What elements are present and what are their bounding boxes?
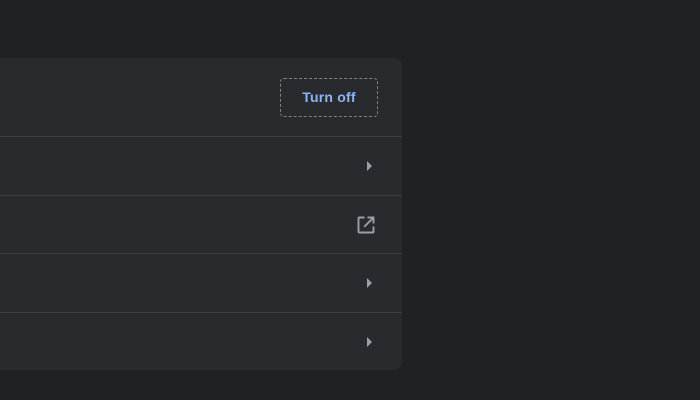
settings-row-3[interactable]: [0, 254, 402, 312]
sync-row: Turn off: [0, 58, 402, 136]
arrow-right-icon[interactable]: [367, 161, 372, 171]
settings-row-1[interactable]: [0, 137, 402, 195]
arrow-right-icon[interactable]: [367, 336, 372, 347]
turn-off-button[interactable]: Turn off: [280, 77, 378, 117]
arrow-right-icon[interactable]: [367, 278, 372, 288]
settings-row-4[interactable]: [0, 313, 402, 370]
settings-card: Turn off: [0, 58, 402, 370]
open-in-new-icon[interactable]: [356, 215, 376, 235]
settings-row-2[interactable]: [0, 196, 402, 254]
settings-page: Turn off: [0, 0, 700, 400]
